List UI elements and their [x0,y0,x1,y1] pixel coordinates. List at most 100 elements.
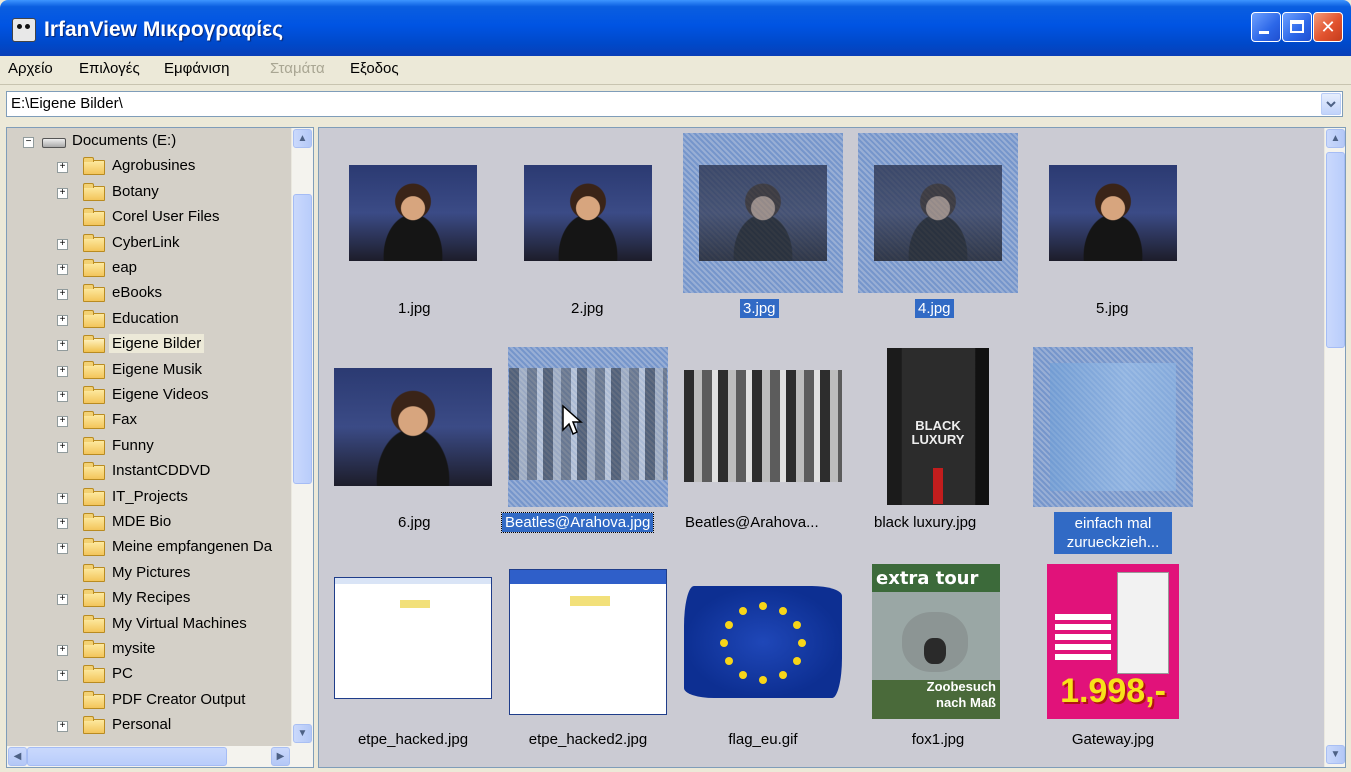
scroll-down-button[interactable]: ▼ [1326,745,1345,764]
thumbnail-image[interactable] [334,368,492,486]
expand-icon[interactable]: + [57,594,68,606]
scroll-left-button[interactable]: ◀ [8,747,27,766]
tree-item[interactable]: + MDE Bio [7,511,289,536]
expand-icon[interactable]: + [57,721,68,733]
tree-item[interactable]: My Pictures [7,562,289,587]
menu-exit[interactable]: Εξοδος [350,60,399,77]
tree-item[interactable]: + Education [7,308,289,333]
tree-item[interactable]: + Fax [7,409,289,434]
tree-item[interactable]: + PC [7,663,289,688]
tree-item[interactable]: + Eigene Bilder [7,333,289,358]
expand-icon[interactable]: + [57,187,68,199]
thumbnail-caption[interactable]: einfach mal zurueckzieh... [1054,512,1172,554]
scroll-up-button[interactable]: ▲ [293,129,312,148]
thumbnail-caption[interactable]: 4.jpg [915,299,954,318]
expand-icon[interactable]: + [57,314,68,326]
close-button[interactable]: ✕ [1313,12,1343,42]
thumbnail-image[interactable] [684,370,842,482]
path-combobox[interactable]: E:\Eigene Bilder\ [6,91,1343,117]
thumbnail-image[interactable] [524,165,652,261]
expand-icon[interactable]: + [57,543,68,555]
tree-item[interactable]: + Agrobusines [7,155,289,180]
expand-icon[interactable]: + [57,365,68,377]
thumbnail-image[interactable]: 1.998,- [1047,564,1179,719]
tree-item[interactable]: Corel User Files [7,206,289,231]
thumbnail-caption[interactable]: flag_eu.gif [684,731,842,748]
path-dropdown-button[interactable] [1321,93,1341,115]
thumbnail-caption[interactable]: etpe_hacked2.jpg [509,731,667,748]
tree-horizontal-scrollbar[interactable]: ◀ ▶ [7,746,313,767]
thumbnail-caption[interactable]: Gateway.jpg [1034,731,1192,748]
folder-tree[interactable]: − Documents (E:) + Agrobusines + Botany Corel … [6,127,314,768]
thumbnail-image[interactable] [509,368,667,480]
tree-item[interactable]: + Funny [7,435,289,460]
thumbnail-caption[interactable]: black luxury.jpg [874,514,976,531]
tree-scroll-thumb[interactable] [293,194,312,484]
thumbnail-caption[interactable]: Beatles@Arahova... [685,514,819,531]
thumbnail-image[interactable]: extra tour Zoobesuch nach Maß [872,564,1000,719]
tree-item[interactable]: + CyberLink [7,232,289,257]
thumbnail-caption[interactable]: Beatles@Arahova.jpg [500,512,655,533]
scroll-up-button[interactable]: ▲ [1326,129,1345,148]
expand-icon[interactable]: + [57,416,68,428]
scroll-down-button[interactable]: ▼ [293,724,312,743]
tree-item[interactable]: + Eigene Videos [7,384,289,409]
minimize-button[interactable] [1251,12,1281,42]
thumbnail-caption[interactable]: 3.jpg [740,299,779,318]
maximize-button[interactable] [1282,12,1312,42]
tree-item[interactable]: + My Recipes [7,587,289,612]
thumbnail-vertical-scrollbar[interactable]: ▲ ▼ [1324,128,1345,767]
thumbnail-caption[interactable]: 2.jpg [571,300,604,317]
expand-icon[interactable]: + [57,264,68,275]
thumbnail-image[interactable] [509,569,667,715]
tree-vertical-scrollbar[interactable]: ▲ ▼ [291,128,313,746]
tree-item[interactable]: + IT_Projects [7,486,289,511]
expand-icon[interactable]: + [57,391,68,402]
thumbnail-image[interactable] [1050,363,1176,491]
menu-view[interactable]: Εμφάνιση [164,60,229,77]
thumbnail-caption[interactable]: fox1.jpg [859,731,1017,748]
tree-item[interactable]: + Meine empfangenen Da [7,536,289,561]
tree-item[interactable]: PDF Creator Output [7,689,289,714]
thumbnail-caption[interactable]: 5.jpg [1096,300,1129,317]
tree-item[interactable]: InstantCDDVD [7,460,289,485]
thumbnail-caption[interactable]: 6.jpg [398,514,431,531]
thumbnail-image[interactable]: BLACK LUXURY [887,348,989,505]
close-icon: ✕ [1320,17,1336,37]
expand-icon[interactable]: + [57,289,68,301]
thumbnail-image[interactable] [874,165,1002,261]
thumbnail-caption[interactable]: etpe_hacked.jpg [334,731,492,748]
expand-icon[interactable]: + [57,340,68,352]
thumbnail-image[interactable] [334,577,492,699]
expand-icon[interactable]: + [57,492,68,504]
collapse-icon[interactable]: − [23,137,34,148]
tree-item[interactable]: + Botany [7,181,289,206]
thumbnail-image[interactable] [1049,165,1177,261]
menu-options[interactable]: Επιλογές [79,60,140,77]
tree-item[interactable]: + eap [7,257,289,282]
expand-icon[interactable]: + [57,238,68,250]
irfanview-app-icon[interactable] [12,18,36,42]
scroll-right-button[interactable]: ▶ [271,747,290,766]
tree-hscroll-thumb[interactable] [27,747,227,766]
minimize-icon [1259,31,1269,34]
thumbnail-image[interactable] [349,165,477,261]
expand-icon[interactable]: + [57,670,68,682]
thumbnail-caption[interactable]: 1.jpg [398,300,431,317]
tree-item-label: Eigene Bilder [109,334,205,354]
thumbnail-scroll-thumb[interactable] [1326,152,1345,348]
expand-icon[interactable]: + [57,441,68,453]
menu-file[interactable]: Αρχείο [8,60,53,77]
expand-icon[interactable]: + [57,162,68,174]
expand-icon[interactable]: + [57,645,68,656]
tree-item[interactable]: + Personal [7,714,289,739]
thumbnail-image[interactable] [699,165,827,261]
tree-item[interactable]: + Eigene Musik [7,359,289,384]
thumbnail-pane[interactable]: 1.jpg 2.jpg 3.jpg 4.jpg 5.jpg BLACK LUXU… [318,127,1346,768]
expand-icon[interactable]: + [57,518,68,529]
tree-item[interactable]: My Virtual Machines [7,613,289,638]
tree-item[interactable]: + mysite [7,638,289,663]
tree-root-drive[interactable]: − Documents (E:) [7,130,289,155]
tree-item[interactable]: + eBooks [7,282,289,307]
thumbnail-image[interactable] [684,586,842,698]
